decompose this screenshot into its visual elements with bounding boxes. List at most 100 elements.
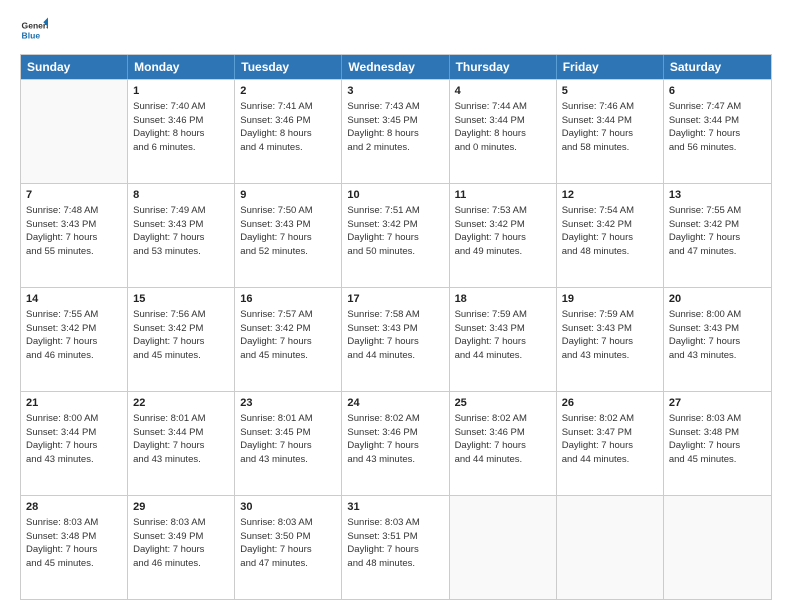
day-info: Sunrise: 7:50 AM Sunset: 3:43 PM Dayligh… [240, 205, 312, 257]
day-info: Sunrise: 8:03 AM Sunset: 3:48 PM Dayligh… [669, 413, 741, 465]
calendar-cell: 9 Sunrise: 7:50 AM Sunset: 3:43 PM Daylig… [235, 184, 342, 287]
day-info: Sunrise: 7:48 AM Sunset: 3:43 PM Dayligh… [26, 205, 98, 257]
calendar-row-0: 1Sunrise: 7:40 AM Sunset: 3:46 PM Daylig… [21, 79, 771, 183]
day-info: Sunrise: 7:56 AM Sunset: 3:42 PM Dayligh… [133, 309, 205, 361]
day-number: 29 [133, 500, 229, 515]
calendar-cell: 27 Sunrise: 8:03 AM Sunset: 3:48 PM Dayli… [664, 392, 771, 495]
day-info: Sunrise: 7:55 AM Sunset: 3:42 PM Dayligh… [26, 309, 98, 361]
page: General Blue SundayMondayTuesdayWednesda… [0, 0, 792, 612]
day-info: Sunrise: 7:55 AM Sunset: 3:42 PM Dayligh… [669, 205, 741, 257]
calendar-row-1: 7 Sunrise: 7:48 AM Sunset: 3:43 PM Daylig… [21, 183, 771, 287]
day-number: 25 [455, 396, 551, 411]
svg-text:Blue: Blue [22, 31, 41, 41]
calendar-cell [450, 496, 557, 599]
day-number: 19 [562, 292, 658, 307]
calendar-cell: 12 Sunrise: 7:54 AM Sunset: 3:42 PM Dayli… [557, 184, 664, 287]
calendar-cell: 15 Sunrise: 7:56 AM Sunset: 3:42 PM Dayli… [128, 288, 235, 391]
day-number: 5 [562, 84, 658, 99]
calendar-body: 1Sunrise: 7:40 AM Sunset: 3:46 PM Daylig… [21, 79, 771, 599]
day-number: 10 [347, 188, 443, 203]
header-cell-thursday: Thursday [450, 55, 557, 79]
day-info: Sunrise: 7:40 AM Sunset: 3:46 PM Dayligh… [133, 101, 205, 153]
day-info: Sunrise: 8:03 AM Sunset: 3:50 PM Dayligh… [240, 517, 312, 569]
calendar-cell: 24 Sunrise: 8:02 AM Sunset: 3:46 PM Dayli… [342, 392, 449, 495]
calendar-cell: 16Sunrise: 7:57 AM Sunset: 3:42 PM Dayli… [235, 288, 342, 391]
day-number: 13 [669, 188, 766, 203]
calendar-cell: 31 Sunrise: 8:03 AM Sunset: 3:51 PM Dayli… [342, 496, 449, 599]
calendar-header: SundayMondayTuesdayWednesdayThursdayFrid… [21, 55, 771, 79]
day-number: 16 [240, 292, 336, 307]
day-info: Sunrise: 8:03 AM Sunset: 3:48 PM Dayligh… [26, 517, 98, 569]
day-info: Sunrise: 7:59 AM Sunset: 3:43 PM Dayligh… [455, 309, 527, 361]
day-number: 12 [562, 188, 658, 203]
logo-icon: General Blue [20, 16, 48, 44]
day-info: Sunrise: 7:49 AM Sunset: 3:43 PM Dayligh… [133, 205, 205, 257]
day-info: Sunrise: 8:01 AM Sunset: 3:45 PM Dayligh… [240, 413, 312, 465]
calendar-cell: 14 Sunrise: 7:55 AM Sunset: 3:42 PM Dayli… [21, 288, 128, 391]
calendar-cell: 5 Sunrise: 7:46 AM Sunset: 3:44 PM Daylig… [557, 80, 664, 183]
day-info: Sunrise: 7:41 AM Sunset: 3:46 PM Dayligh… [240, 101, 312, 153]
day-info: Sunrise: 8:02 AM Sunset: 3:47 PM Dayligh… [562, 413, 634, 465]
header-cell-wednesday: Wednesday [342, 55, 449, 79]
calendar-cell: 17Sunrise: 7:58 AM Sunset: 3:43 PM Dayli… [342, 288, 449, 391]
day-number: 24 [347, 396, 443, 411]
day-number: 15 [133, 292, 229, 307]
calendar-row-3: 21 Sunrise: 8:00 AM Sunset: 3:44 PM Dayli… [21, 391, 771, 495]
day-number: 28 [26, 500, 122, 515]
header-cell-tuesday: Tuesday [235, 55, 342, 79]
logo: General Blue [20, 16, 48, 44]
day-number: 20 [669, 292, 766, 307]
day-info: Sunrise: 7:43 AM Sunset: 3:45 PM Dayligh… [347, 101, 419, 153]
calendar-cell [557, 496, 664, 599]
day-info: Sunrise: 8:01 AM Sunset: 3:44 PM Dayligh… [133, 413, 205, 465]
calendar-cell: 3Sunrise: 7:43 AM Sunset: 3:45 PM Daylig… [342, 80, 449, 183]
calendar-cell: 26 Sunrise: 8:02 AM Sunset: 3:47 PM Dayli… [557, 392, 664, 495]
calendar-cell: 2 Sunrise: 7:41 AM Sunset: 3:46 PM Daylig… [235, 80, 342, 183]
day-info: Sunrise: 8:03 AM Sunset: 3:51 PM Dayligh… [347, 517, 419, 569]
calendar-cell: 29 Sunrise: 8:03 AM Sunset: 3:49 PM Dayli… [128, 496, 235, 599]
day-number: 6 [669, 84, 766, 99]
day-info: Sunrise: 8:03 AM Sunset: 3:49 PM Dayligh… [133, 517, 205, 569]
day-info: Sunrise: 7:46 AM Sunset: 3:44 PM Dayligh… [562, 101, 634, 153]
day-number: 7 [26, 188, 122, 203]
day-info: Sunrise: 8:00 AM Sunset: 3:44 PM Dayligh… [26, 413, 98, 465]
day-number: 4 [455, 84, 551, 99]
day-info: Sunrise: 7:59 AM Sunset: 3:43 PM Dayligh… [562, 309, 634, 361]
day-number: 30 [240, 500, 336, 515]
day-number: 18 [455, 292, 551, 307]
calendar-cell: 13 Sunrise: 7:55 AM Sunset: 3:42 PM Dayli… [664, 184, 771, 287]
day-number: 9 [240, 188, 336, 203]
day-number: 2 [240, 84, 336, 99]
calendar-cell: 30 Sunrise: 8:03 AM Sunset: 3:50 PM Dayli… [235, 496, 342, 599]
header-cell-friday: Friday [557, 55, 664, 79]
day-number: 31 [347, 500, 443, 515]
day-info: Sunrise: 7:51 AM Sunset: 3:42 PM Dayligh… [347, 205, 419, 257]
calendar-cell: 10 Sunrise: 7:51 AM Sunset: 3:42 PM Dayli… [342, 184, 449, 287]
calendar-cell: 18 Sunrise: 7:59 AM Sunset: 3:43 PM Dayli… [450, 288, 557, 391]
day-number: 26 [562, 396, 658, 411]
calendar-cell: 1Sunrise: 7:40 AM Sunset: 3:46 PM Daylig… [128, 80, 235, 183]
day-info: Sunrise: 8:02 AM Sunset: 3:46 PM Dayligh… [455, 413, 527, 465]
day-info: Sunrise: 7:54 AM Sunset: 3:42 PM Dayligh… [562, 205, 634, 257]
calendar-cell: 20Sunrise: 8:00 AM Sunset: 3:43 PM Dayli… [664, 288, 771, 391]
calendar-cell: 7 Sunrise: 7:48 AM Sunset: 3:43 PM Daylig… [21, 184, 128, 287]
day-info: Sunrise: 7:53 AM Sunset: 3:42 PM Dayligh… [455, 205, 527, 257]
calendar-cell: 11 Sunrise: 7:53 AM Sunset: 3:42 PM Dayli… [450, 184, 557, 287]
day-number: 23 [240, 396, 336, 411]
calendar-cell: 28 Sunrise: 8:03 AM Sunset: 3:48 PM Dayli… [21, 496, 128, 599]
day-info: Sunrise: 8:02 AM Sunset: 3:46 PM Dayligh… [347, 413, 419, 465]
header-cell-monday: Monday [128, 55, 235, 79]
day-number: 21 [26, 396, 122, 411]
header: General Blue [20, 16, 772, 44]
calendar-cell: 4 Sunrise: 7:44 AM Sunset: 3:44 PM Daylig… [450, 80, 557, 183]
calendar-row-2: 14 Sunrise: 7:55 AM Sunset: 3:42 PM Dayli… [21, 287, 771, 391]
calendar-cell: 19 Sunrise: 7:59 AM Sunset: 3:43 PM Dayli… [557, 288, 664, 391]
day-number: 22 [133, 396, 229, 411]
day-info: Sunrise: 7:47 AM Sunset: 3:44 PM Dayligh… [669, 101, 741, 153]
day-number: 17 [347, 292, 443, 307]
day-number: 14 [26, 292, 122, 307]
calendar: SundayMondayTuesdayWednesdayThursdayFrid… [20, 54, 772, 600]
day-number: 11 [455, 188, 551, 203]
day-number: 27 [669, 396, 766, 411]
day-info: Sunrise: 7:44 AM Sunset: 3:44 PM Dayligh… [455, 101, 527, 153]
